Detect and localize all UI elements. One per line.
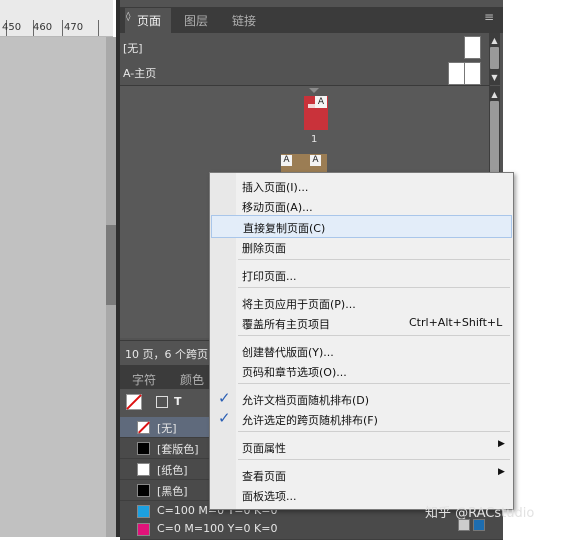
menu-item-label: 允许选定的跨页随机排布(F) [242,414,378,427]
menu-separator [238,287,510,288]
menu-separator [238,459,510,460]
submenu-arrow-icon: ▶ [498,439,505,449]
page-2-master-label: A [281,155,292,166]
menu-item-label: 页码和章节选项(O)... [242,366,347,379]
page-count-text: 10 页，6 个跨页 [125,348,208,361]
submenu-arrow-icon: ▶ [498,467,505,477]
container-icon[interactable] [156,396,168,408]
swatch-chip [137,442,150,455]
swatch-name: [无] [157,422,177,435]
menu-item-allow-pages-shuffle[interactable]: ✓ 允许文档页面随机排布(D) [210,388,513,409]
check-icon: ✓ [218,389,231,407]
canvas-scrollbar-thumb[interactable] [106,225,116,305]
swatch-chip [137,505,150,518]
swatch-name: [套版色] [157,443,199,456]
panel-tab-bar [120,7,503,33]
menu-item-label: 允许文档页面随机排布(D) [242,394,370,407]
menu-item-label: 直接复制页面(C) [243,222,326,235]
masters-list [120,33,490,86]
menu-item-label: 覆盖所有主页项目 [242,318,330,331]
swatch-type-icon [473,519,485,531]
menu-item-apply-master[interactable]: 将主页应用于页面(P)... [210,292,513,313]
swatch-chip [137,523,150,536]
menu-item-insert-pages[interactable]: 插入页面(I)... [210,175,513,196]
scroll-down-icon[interactable]: ▼ [489,73,500,82]
page-marker-icon [309,88,319,93]
collapse-icon[interactable]: ◊ [126,12,130,22]
master-thumb-right[interactable] [464,62,481,85]
document-canvas[interactable] [0,37,106,537]
panel-menu-icon[interactable]: ≡ [484,10,494,24]
swatch-name: C=0 M=100 Y=0 K=0 [157,522,278,535]
menu-item-numbering-options[interactable]: 页码和章节选项(O)... [210,360,513,381]
menu-item-delete-page[interactable]: 删除页面 [210,236,513,257]
menu-item-page-attributes[interactable]: 页面属性 ▶ [210,436,513,457]
menu-item-allow-spread-shuffle[interactable]: ✓ 允许选定的跨页随机排布(F) [210,408,513,429]
swatch-name: [纸色] [157,464,188,477]
scroll-up-icon[interactable]: ▲ [489,36,500,45]
menu-item-view-pages[interactable]: 查看页面 ▶ [210,464,513,485]
tab-pages[interactable]: 页面 [137,12,161,29]
menu-item-label: 打印页面... [242,270,297,283]
scroll-up-icon[interactable]: ▲ [489,90,500,99]
page-3-master-label: A [310,155,321,166]
menu-item-print-page[interactable]: 打印页面... [210,264,513,285]
ruler-label: 470 [64,22,84,33]
menu-item-override-master-items[interactable]: 覆盖所有主页项目 Ctrl+Alt+Shift+L [210,312,513,333]
menu-item-move-pages[interactable]: 移动页面(A)... [210,195,513,216]
swatch-none-chip [137,421,151,434]
text-format-icon[interactable]: T [174,395,182,408]
menu-item-label: 页面属性 [242,442,286,455]
page-1-master-label: A [315,96,327,108]
tab-character[interactable]: 字符 [132,371,156,388]
master-a[interactable]: A-主页 [123,65,156,81]
master-thumb[interactable] [464,36,481,59]
context-menu: 插入页面(I)... 移动页面(A)... 直接复制页面(C) 删除页面 打印页… [209,172,514,510]
tab-links[interactable]: 链接 [232,12,256,29]
horizontal-ruler: 450 460 470 [0,0,113,37]
check-icon: ✓ [218,409,231,427]
menu-separator [238,335,510,336]
ruler-label: 450 [2,22,22,33]
swatch-mode-icon [458,519,470,531]
menu-item-label: 将主页应用于页面(P)... [242,298,356,311]
none-slash [137,421,151,434]
menu-item-label: 创建替代版面(Y)... [242,346,334,359]
menu-item-label: 删除页面 [242,242,286,255]
menu-separator [238,383,510,384]
page-1-number: 1 [311,134,318,145]
menu-item-label: 查看页面 [242,470,286,483]
swatch-name: [黑色] [157,485,188,498]
ruler-tick [98,20,99,36]
fill-stroke-icon[interactable] [126,394,142,410]
ruler-tick [62,20,63,36]
menu-separator [238,431,510,432]
menu-item-create-alternate-layout[interactable]: 创建替代版面(Y)... [210,340,513,361]
menu-item-label: 移动页面(A)... [242,201,313,214]
master-none[interactable]: [无] [123,40,143,56]
ruler-label: 460 [33,22,53,33]
tab-color[interactable]: 颜色 [180,371,204,388]
menu-separator [238,259,510,260]
swatch-chip [137,484,150,497]
tab-layers[interactable]: 图层 [184,12,208,29]
none-slash [126,394,142,410]
master-thumb-left[interactable] [448,62,465,85]
menu-item-duplicate-page[interactable]: 直接复制页面(C) [211,215,512,238]
masters-scrollbar-thumb[interactable] [490,47,499,69]
menu-item-label: 面板选项... [242,490,297,503]
swatch-chip [137,463,150,476]
menu-item-label: 插入页面(I)... [242,181,309,194]
menu-item-shortcut: Ctrl+Alt+Shift+L [409,316,503,329]
